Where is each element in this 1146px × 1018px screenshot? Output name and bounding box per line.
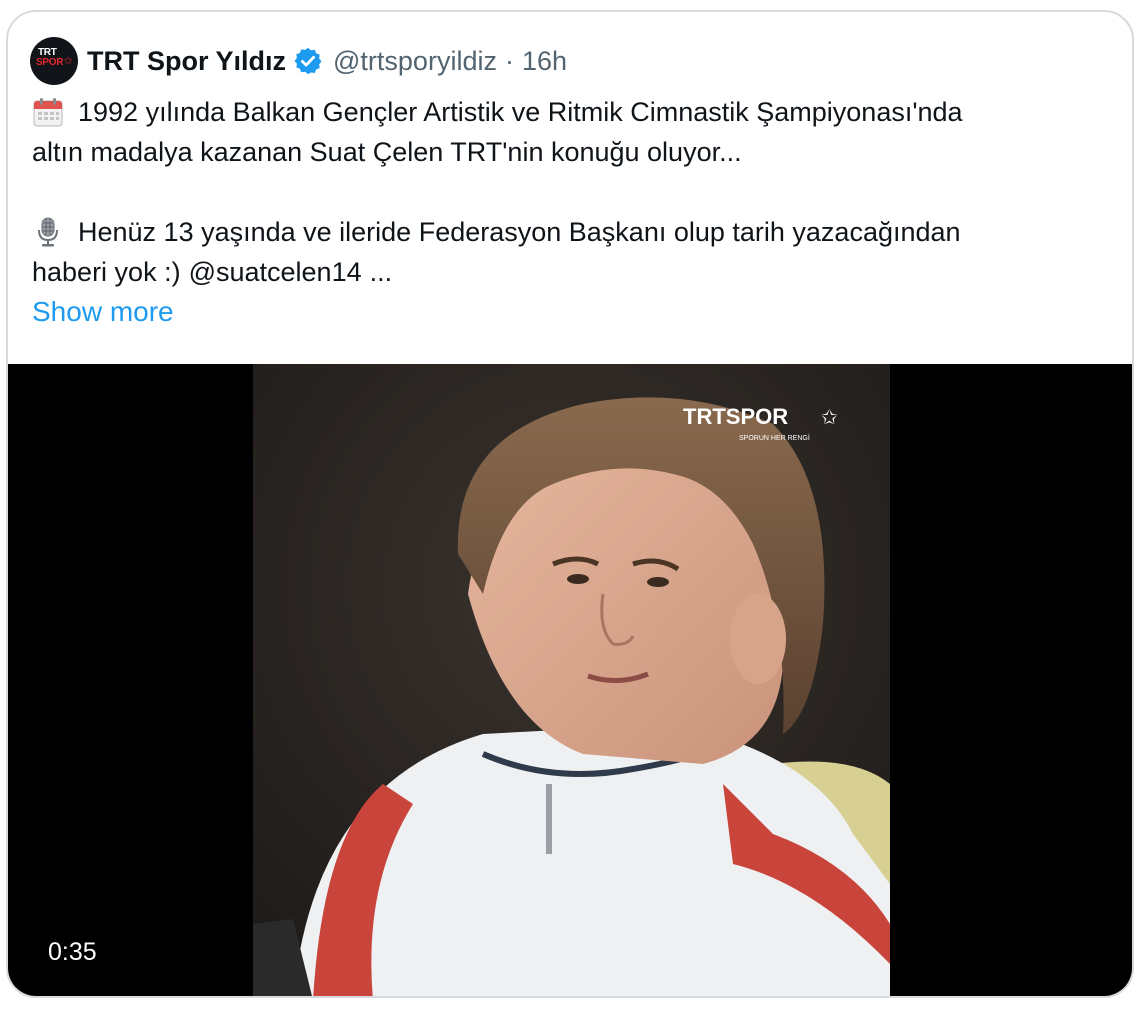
- ellipsis: ...: [369, 257, 393, 287]
- watermark-star-icon: ✩: [821, 405, 838, 429]
- video-duration: 0:35: [38, 932, 107, 972]
- tweet-header: TRT SPOR ✩ TRT Spor Yıldız @trtsporyildi…: [30, 36, 567, 86]
- tweet-text-line-1: 1992 yılında Balkan Gençler Artistik ve …: [78, 97, 963, 127]
- microphone-icon: [38, 217, 58, 247]
- video-player[interactable]: TRTSPOR ✩ SPORUN HER RENGİ 0:35: [8, 364, 1132, 996]
- avatar[interactable]: TRT SPOR ✩: [30, 37, 78, 85]
- video-thumbnail: TRTSPOR ✩ SPORUN HER RENGİ: [253, 364, 890, 996]
- tweet-text: 1992 yılında Balkan Gençler Artistik ve …: [32, 92, 1117, 292]
- separator-dot: ·: [504, 45, 514, 76]
- tweet-text-line-2: altın madalya kazanan Suat Çelen TRT'nin…: [32, 137, 742, 167]
- tweet-text-line-4: haberi yok :): [32, 257, 181, 287]
- video-frame[interactable]: TRTSPOR ✩ SPORUN HER RENGİ: [253, 364, 890, 996]
- show-more-link[interactable]: Show more: [32, 292, 174, 332]
- verified-badge-icon[interactable]: [293, 46, 323, 76]
- tweet-text-line-3: Henüz 13 yaşında ve ileride Federasyon B…: [78, 217, 961, 247]
- watermark-logo: TRTSPOR: [683, 404, 788, 429]
- avatar-text-bottom: SPOR: [36, 57, 64, 68]
- author-display-name[interactable]: TRT Spor Yıldız: [87, 46, 286, 77]
- author-handle[interactable]: @trtsporyildiz: [333, 46, 497, 77]
- tweet-card[interactable]: TRT SPOR ✩ TRT Spor Yıldız @trtsporyildi…: [6, 10, 1134, 998]
- watermark-tagline: SPORUN HER RENGİ: [739, 433, 810, 442]
- tweet-time[interactable]: 16h: [522, 46, 567, 77]
- star-icon: ✩: [64, 56, 73, 67]
- calendar-icon: [33, 98, 63, 127]
- mention-link[interactable]: @suatcelen14: [189, 252, 362, 292]
